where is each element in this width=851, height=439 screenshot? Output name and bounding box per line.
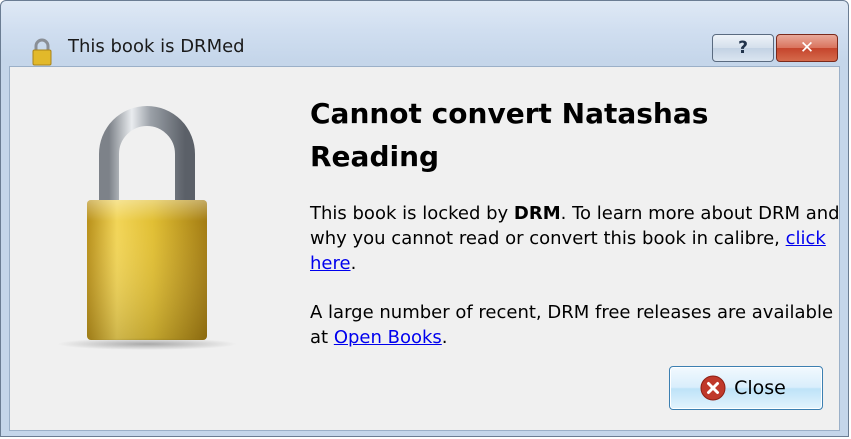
padlock-icon — [32, 38, 52, 66]
help-icon: ? — [738, 38, 748, 58]
dialog-heading: Cannot convert Natashas Reading — [310, 97, 709, 173]
open-books-link[interactable]: Open Books — [334, 327, 442, 348]
window-title: This book is DRMed — [68, 36, 245, 57]
close-circle-icon — [700, 375, 726, 401]
open-books-note: A large number of recent, DRM free relea… — [310, 300, 840, 350]
window-close-button[interactable]: ✕ — [776, 34, 838, 62]
padlock-icon — [57, 106, 237, 350]
close-button-label: Close — [734, 377, 786, 399]
help-button[interactable]: ? — [712, 34, 774, 62]
close-button[interactable]: Close — [669, 366, 823, 410]
open-books-end: . — [441, 327, 448, 348]
drm-explanation: This book is locked by DRM. To learn mor… — [310, 201, 840, 276]
drm-bold: DRM — [513, 203, 561, 224]
drm-text-start: This book is locked by — [310, 203, 514, 224]
close-icon: ✕ — [799, 38, 815, 58]
title-bar[interactable]: This book is DRMed ? ✕ — [1, 1, 848, 66]
drm-text-end: . — [350, 253, 357, 274]
